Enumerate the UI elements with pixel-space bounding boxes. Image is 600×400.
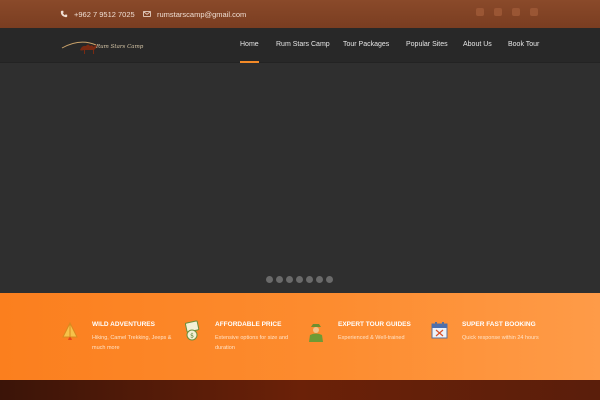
instagram-icon[interactable] (512, 8, 520, 16)
top-bar: +962 7 9512 7025 rumstarscamp@gmail.com (0, 0, 600, 28)
feature-description: Extensive options for size and duration (215, 335, 289, 351)
phone-number: +962 7 9512 7025 (74, 9, 135, 19)
slider-dot[interactable] (276, 276, 283, 283)
feature-description: Hiking, Camel Trekking, Jeeps & much mor… (92, 335, 172, 351)
slider-dot[interactable] (316, 276, 323, 283)
phone-icon (60, 10, 68, 18)
email-address: rumstarscamp@gmail.com (157, 9, 247, 19)
feature-title: SUPER FAST BOOKING (462, 321, 536, 328)
email-contact[interactable]: rumstarscamp@gmail.com (143, 0, 246, 28)
feature-title: EXPERT TOUR GUIDES (338, 321, 411, 328)
slider-dot[interactable] (286, 276, 293, 283)
nav-item-popular-sites[interactable]: Popular Sites (406, 28, 448, 63)
campfire-icon (62, 321, 78, 340)
nav-item-label: Popular Sites (406, 41, 448, 48)
twitter-icon[interactable] (494, 8, 502, 16)
slider-dot[interactable] (266, 276, 273, 283)
bottom-band (0, 380, 600, 400)
feature-title: WILD ADVENTURES (92, 321, 155, 328)
svg-text:$: $ (190, 333, 194, 340)
calendar-icon (431, 322, 448, 339)
nav-item-about-us[interactable]: About Us (463, 28, 492, 63)
nav-item-label: Book Tour (508, 41, 540, 48)
nav-item-label: About Us (463, 41, 492, 48)
logo-text: Rum Stars Camp (96, 44, 144, 50)
envelope-icon (143, 11, 151, 17)
tour-guide-icon (309, 324, 323, 342)
nav-item-label: Tour Packages (343, 41, 390, 48)
money-icon: $ (184, 320, 200, 341)
nav-item-home[interactable]: Home (240, 28, 259, 63)
slider-dot[interactable] (296, 276, 303, 283)
phone-contact[interactable]: +962 7 9512 7025 (60, 0, 135, 28)
social-links (476, 8, 538, 16)
slider-dot[interactable] (326, 276, 333, 283)
feature-description: Experienced & Well-trained (338, 335, 405, 341)
nav-item-book-tour[interactable]: Book Tour (508, 28, 539, 63)
main-navbar: Rum Stars Camp Home Rum Stars Camp Tour … (0, 28, 600, 63)
nav-item-label: Home (240, 41, 259, 48)
feature-description: Quick response within 24 hours (462, 335, 539, 341)
facebook-icon[interactable] (476, 8, 484, 16)
features-band: WILD ADVENTURES Hiking, Camel Trekking, … (0, 293, 600, 380)
nav-item-rum-stars-camp[interactable]: Rum Stars Camp (276, 28, 330, 63)
hero-slider (0, 63, 600, 293)
nav-item-label: Rum Stars Camp (276, 41, 330, 48)
nav-item-tour-packages[interactable]: Tour Packages (343, 28, 389, 63)
feature-title: AFFORDABLE PRICE (215, 321, 282, 328)
google-plus-icon[interactable] (530, 8, 538, 16)
slider-dot[interactable] (306, 276, 313, 283)
slider-pagination (266, 276, 333, 283)
